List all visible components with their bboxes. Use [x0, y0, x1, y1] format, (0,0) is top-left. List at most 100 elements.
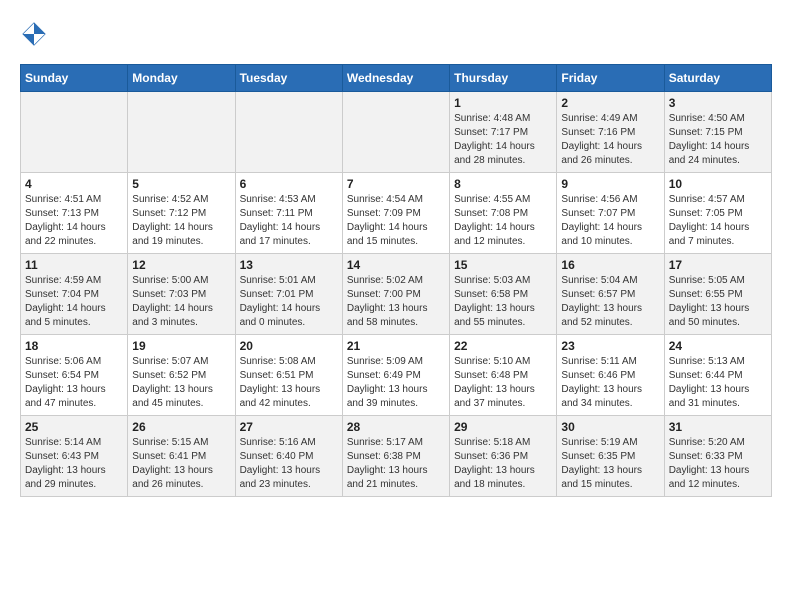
day-number: 20 — [240, 339, 338, 353]
day-number: 26 — [132, 420, 230, 434]
weekday-header: Wednesday — [342, 65, 449, 92]
calendar-week-row: 11 Sunrise: 4:59 AM Sunset: 7:04 PM Dayli… — [21, 254, 772, 335]
day-number: 6 — [240, 177, 338, 191]
calendar-cell: 29 Sunrise: 5:18 AM Sunset: 6:36 PM Dayli… — [450, 416, 557, 497]
calendar-cell: 3 Sunrise: 4:50 AM Sunset: 7:15 PM Daylig… — [664, 92, 771, 173]
calendar-cell: 22 Sunrise: 5:10 AM Sunset: 6:48 PM Dayli… — [450, 335, 557, 416]
day-info: Sunrise: 5:09 AM Sunset: 6:49 PM Dayligh… — [347, 355, 445, 411]
day-number: 17 — [669, 258, 767, 272]
day-info: Sunrise: 5:10 AM Sunset: 6:48 PM Dayligh… — [454, 355, 552, 411]
logo-icon — [20, 20, 48, 48]
weekday-header: Sunday — [21, 65, 128, 92]
calendar-cell — [342, 92, 449, 173]
day-number: 13 — [240, 258, 338, 272]
calendar-cell: 15 Sunrise: 5:03 AM Sunset: 6:58 PM Dayli… — [450, 254, 557, 335]
calendar-cell: 11 Sunrise: 4:59 AM Sunset: 7:04 PM Dayli… — [21, 254, 128, 335]
day-info: Sunrise: 4:54 AM Sunset: 7:09 PM Dayligh… — [347, 193, 445, 249]
day-number: 11 — [25, 258, 123, 272]
day-info: Sunrise: 5:05 AM Sunset: 6:55 PM Dayligh… — [669, 274, 767, 330]
calendar-week-row: 25 Sunrise: 5:14 AM Sunset: 6:43 PM Dayli… — [21, 416, 772, 497]
day-number: 1 — [454, 96, 552, 110]
day-info: Sunrise: 4:51 AM Sunset: 7:13 PM Dayligh… — [25, 193, 123, 249]
calendar-cell: 2 Sunrise: 4:49 AM Sunset: 7:16 PM Daylig… — [557, 92, 664, 173]
day-number: 23 — [561, 339, 659, 353]
day-info: Sunrise: 5:04 AM Sunset: 6:57 PM Dayligh… — [561, 274, 659, 330]
calendar-cell: 26 Sunrise: 5:15 AM Sunset: 6:41 PM Dayli… — [128, 416, 235, 497]
day-info: Sunrise: 5:02 AM Sunset: 7:00 PM Dayligh… — [347, 274, 445, 330]
calendar-cell: 23 Sunrise: 5:11 AM Sunset: 6:46 PM Dayli… — [557, 335, 664, 416]
day-info: Sunrise: 5:06 AM Sunset: 6:54 PM Dayligh… — [25, 355, 123, 411]
calendar-header: SundayMondayTuesdayWednesdayThursdayFrid… — [21, 65, 772, 92]
calendar-cell: 24 Sunrise: 5:13 AM Sunset: 6:44 PM Dayli… — [664, 335, 771, 416]
calendar-cell: 4Sunrise: 4:51 AM Sunset: 7:13 PM Daylig… — [21, 173, 128, 254]
day-info: Sunrise: 5:00 AM Sunset: 7:03 PM Dayligh… — [132, 274, 230, 330]
calendar-cell: 18Sunrise: 5:06 AM Sunset: 6:54 PM Dayli… — [21, 335, 128, 416]
day-info: Sunrise: 5:08 AM Sunset: 6:51 PM Dayligh… — [240, 355, 338, 411]
calendar-cell: 9 Sunrise: 4:56 AM Sunset: 7:07 PM Daylig… — [557, 173, 664, 254]
calendar-cell: 21 Sunrise: 5:09 AM Sunset: 6:49 PM Dayli… — [342, 335, 449, 416]
day-number: 14 — [347, 258, 445, 272]
day-number: 15 — [454, 258, 552, 272]
weekday-header: Saturday — [664, 65, 771, 92]
calendar-cell: 25 Sunrise: 5:14 AM Sunset: 6:43 PM Dayli… — [21, 416, 128, 497]
day-info: Sunrise: 5:03 AM Sunset: 6:58 PM Dayligh… — [454, 274, 552, 330]
day-info: Sunrise: 5:01 AM Sunset: 7:01 PM Dayligh… — [240, 274, 338, 330]
calendar-cell: 10 Sunrise: 4:57 AM Sunset: 7:05 PM Dayli… — [664, 173, 771, 254]
day-number: 25 — [25, 420, 123, 434]
calendar-cell: 14 Sunrise: 5:02 AM Sunset: 7:00 PM Dayli… — [342, 254, 449, 335]
weekday-header: Thursday — [450, 65, 557, 92]
day-number: 28 — [347, 420, 445, 434]
day-number: 5 — [132, 177, 230, 191]
day-number: 8 — [454, 177, 552, 191]
calendar-cell: 13 Sunrise: 5:01 AM Sunset: 7:01 PM Dayli… — [235, 254, 342, 335]
logo — [20, 20, 52, 48]
calendar-cell: 20 Sunrise: 5:08 AM Sunset: 6:51 PM Dayli… — [235, 335, 342, 416]
day-number: 2 — [561, 96, 659, 110]
calendar-cell — [21, 92, 128, 173]
calendar-body: 1 Sunrise: 4:48 AM Sunset: 7:17 PM Daylig… — [21, 92, 772, 497]
calendar-cell: 7Sunrise: 4:54 AM Sunset: 7:09 PM Daylig… — [342, 173, 449, 254]
day-number: 24 — [669, 339, 767, 353]
calendar-cell — [128, 92, 235, 173]
calendar-cell: 1 Sunrise: 4:48 AM Sunset: 7:17 PM Daylig… — [450, 92, 557, 173]
day-info: Sunrise: 4:52 AM Sunset: 7:12 PM Dayligh… — [132, 193, 230, 249]
day-number: 31 — [669, 420, 767, 434]
weekday-row: SundayMondayTuesdayWednesdayThursdayFrid… — [21, 65, 772, 92]
day-info: Sunrise: 5:17 AM Sunset: 6:38 PM Dayligh… — [347, 436, 445, 492]
day-info: Sunrise: 5:13 AM Sunset: 6:44 PM Dayligh… — [669, 355, 767, 411]
day-info: Sunrise: 5:19 AM Sunset: 6:35 PM Dayligh… — [561, 436, 659, 492]
calendar-cell: 30Sunrise: 5:19 AM Sunset: 6:35 PM Dayli… — [557, 416, 664, 497]
calendar-cell: 28 Sunrise: 5:17 AM Sunset: 6:38 PM Dayli… — [342, 416, 449, 497]
day-info: Sunrise: 4:50 AM Sunset: 7:15 PM Dayligh… — [669, 112, 767, 168]
calendar-week-row: 4Sunrise: 4:51 AM Sunset: 7:13 PM Daylig… — [21, 173, 772, 254]
day-info: Sunrise: 5:11 AM Sunset: 6:46 PM Dayligh… — [561, 355, 659, 411]
weekday-header: Tuesday — [235, 65, 342, 92]
day-info: Sunrise: 4:59 AM Sunset: 7:04 PM Dayligh… — [25, 274, 123, 330]
day-number: 9 — [561, 177, 659, 191]
calendar-cell: 31Sunrise: 5:20 AM Sunset: 6:33 PM Dayli… — [664, 416, 771, 497]
day-info: Sunrise: 4:48 AM Sunset: 7:17 PM Dayligh… — [454, 112, 552, 168]
day-number: 22 — [454, 339, 552, 353]
calendar-cell: 16Sunrise: 5:04 AM Sunset: 6:57 PM Dayli… — [557, 254, 664, 335]
day-number: 3 — [669, 96, 767, 110]
day-info: Sunrise: 4:57 AM Sunset: 7:05 PM Dayligh… — [669, 193, 767, 249]
day-info: Sunrise: 5:16 AM Sunset: 6:40 PM Dayligh… — [240, 436, 338, 492]
calendar-cell: 12Sunrise: 5:00 AM Sunset: 7:03 PM Dayli… — [128, 254, 235, 335]
day-info: Sunrise: 4:49 AM Sunset: 7:16 PM Dayligh… — [561, 112, 659, 168]
calendar-cell: 17 Sunrise: 5:05 AM Sunset: 6:55 PM Dayli… — [664, 254, 771, 335]
weekday-header: Friday — [557, 65, 664, 92]
day-info: Sunrise: 4:56 AM Sunset: 7:07 PM Dayligh… — [561, 193, 659, 249]
calendar-week-row: 18Sunrise: 5:06 AM Sunset: 6:54 PM Dayli… — [21, 335, 772, 416]
calendar-cell: 8 Sunrise: 4:55 AM Sunset: 7:08 PM Daylig… — [450, 173, 557, 254]
day-info: Sunrise: 5:14 AM Sunset: 6:43 PM Dayligh… — [25, 436, 123, 492]
day-info: Sunrise: 4:55 AM Sunset: 7:08 PM Dayligh… — [454, 193, 552, 249]
day-info: Sunrise: 5:15 AM Sunset: 6:41 PM Dayligh… — [132, 436, 230, 492]
day-info: Sunrise: 5:18 AM Sunset: 6:36 PM Dayligh… — [454, 436, 552, 492]
calendar-cell: 27Sunrise: 5:16 AM Sunset: 6:40 PM Dayli… — [235, 416, 342, 497]
day-info: Sunrise: 5:07 AM Sunset: 6:52 PM Dayligh… — [132, 355, 230, 411]
day-number: 10 — [669, 177, 767, 191]
page-header — [20, 20, 772, 48]
day-number: 21 — [347, 339, 445, 353]
day-number: 29 — [454, 420, 552, 434]
day-number: 19 — [132, 339, 230, 353]
